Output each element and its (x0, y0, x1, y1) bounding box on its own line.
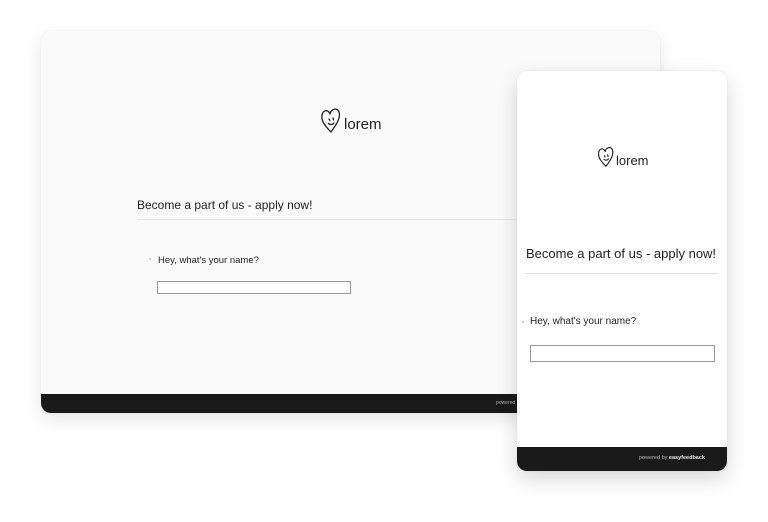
name-input[interactable] (157, 281, 351, 294)
brand-logo: lorem (597, 139, 649, 169)
question-label: Hey, what's your name? (158, 255, 259, 266)
brand-name: lorem (344, 116, 382, 133)
form-title: Become a part of us - apply now! (137, 198, 313, 212)
question-marker (522, 321, 524, 323)
heart-face-icon (597, 147, 614, 167)
question-label: Hey, what's your name? (530, 316, 637, 327)
mockup-stage: lorem Become a part of us - apply now! H… (0, 0, 768, 522)
brand-logo: lorem (320, 101, 382, 135)
title-divider (526, 273, 718, 274)
powered-by-brand: easyfeedback (668, 455, 705, 461)
form-title: Become a part of us - apply now! (526, 246, 717, 261)
powered-by-text[interactable]: powered by easyfeedback (639, 455, 705, 461)
question-marker (149, 258, 151, 260)
name-input[interactable] (530, 345, 715, 362)
powered-by-prefix: powered by (638, 455, 668, 461)
heart-face-icon (321, 108, 341, 133)
powered-by-text: powered (496, 400, 516, 406)
title-divider (137, 219, 517, 220)
footer-bar: powered by easyfeedback (517, 447, 727, 471)
brand-name: lorem (616, 153, 649, 168)
mobile-preview: lorem Become a part of us - apply now! H… (517, 71, 727, 471)
